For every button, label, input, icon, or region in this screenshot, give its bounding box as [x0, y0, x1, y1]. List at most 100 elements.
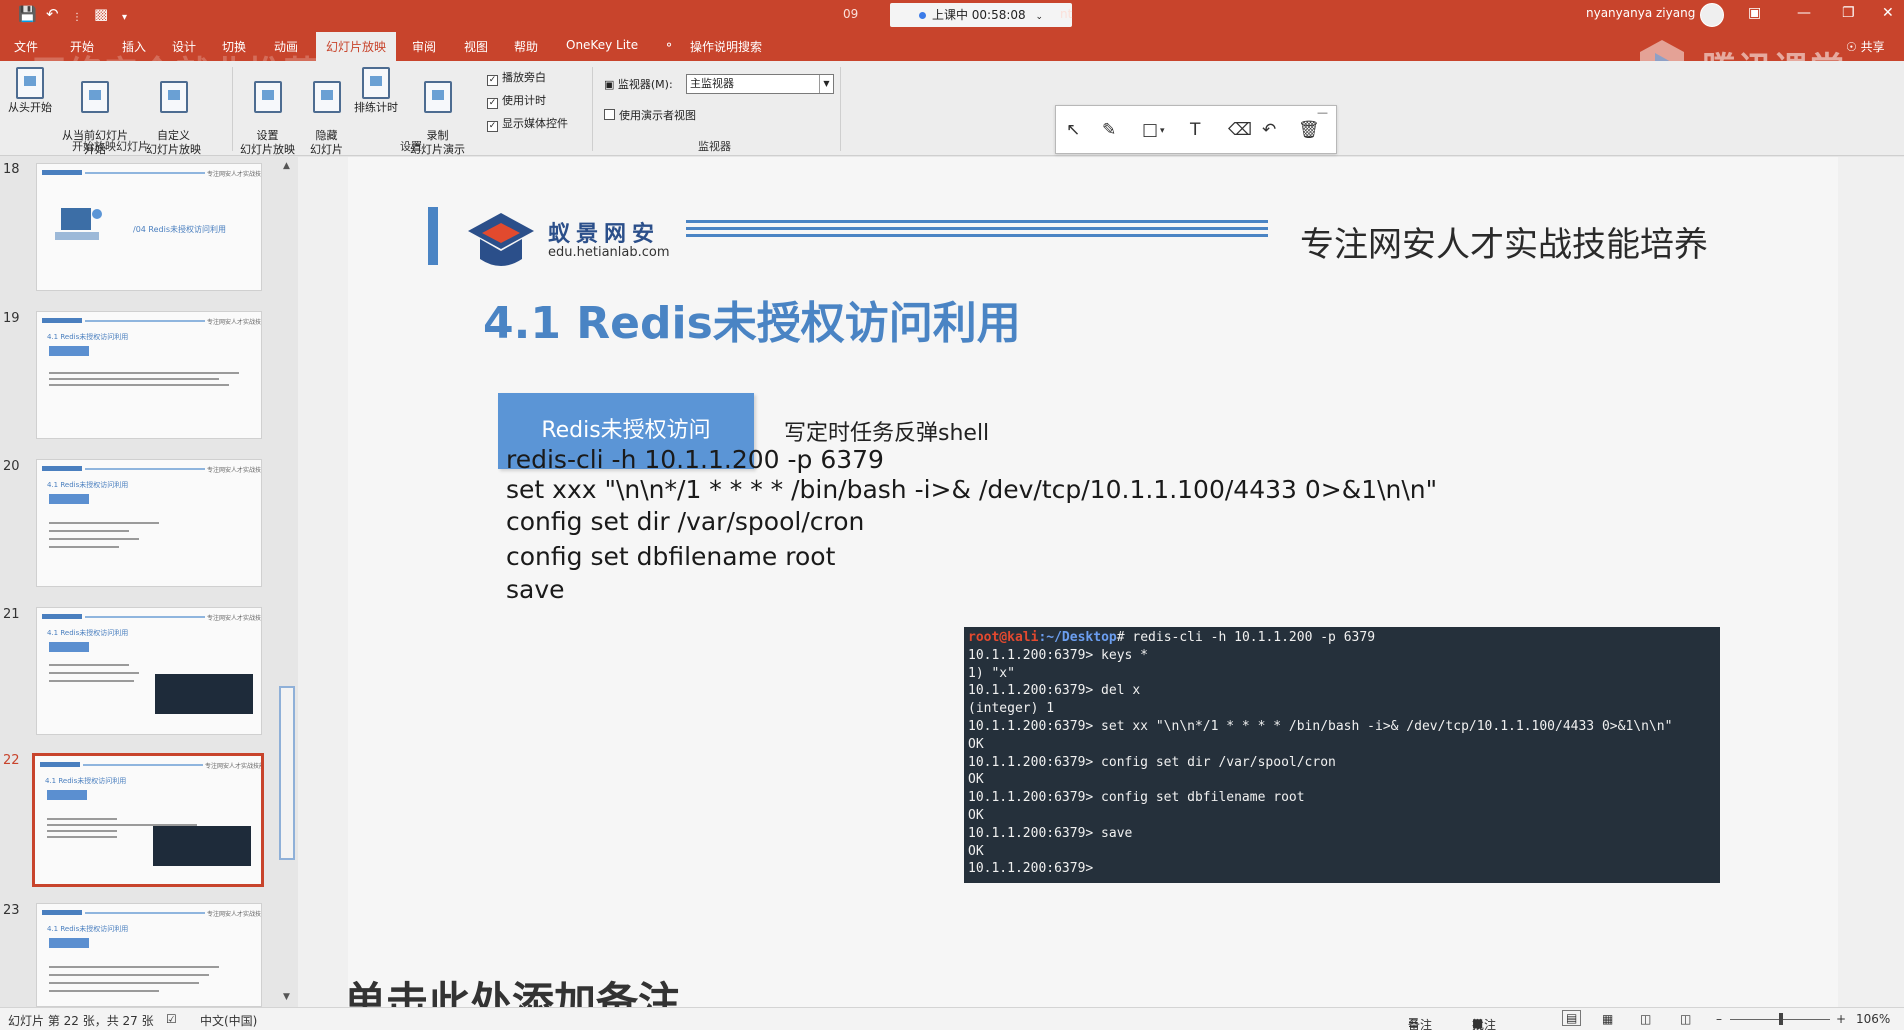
notes-placeholder[interactable]: 单击此处添加备注	[344, 969, 680, 1007]
tab-help[interactable]: 帮助	[514, 38, 538, 55]
thumb-logo	[40, 762, 80, 767]
thumb-text-line	[49, 538, 139, 540]
presenter-view-checkbox[interactable]: 使用演示者视图	[604, 107, 696, 123]
tell-me-search[interactable]: 操作说明搜索	[690, 38, 762, 55]
ribbon-tabs: 网络安全就业推荐 文件 开始 插入 设计 切换 动画 幻灯片放映 审阅 视图 帮…	[0, 30, 1904, 94]
language-indicator[interactable]: 中文(中国)	[200, 1012, 257, 1029]
thumb-header-text: 专注网安人才实战技能培养	[207, 615, 262, 622]
scroll-down-icon[interactable]: ▼	[283, 992, 290, 1002]
annotation-toolbar: — ↖ ✎ □ ▾ T ⌫ ↶ 🗑	[1055, 105, 1337, 154]
zoom-level[interactable]: 106%	[1856, 1012, 1890, 1026]
rehearse-timings-button[interactable]: 排练计时	[354, 67, 398, 115]
terminal-line: OK	[968, 772, 984, 788]
shape-dropdown-icon[interactable]: ▾	[1160, 126, 1165, 136]
tab-file[interactable]: 文件	[14, 38, 38, 55]
tab-slideshow[interactable]: 幻灯片放映	[316, 32, 397, 61]
thumb-text-line	[49, 664, 129, 666]
undo-icon[interactable]: ↶	[46, 5, 59, 23]
thumb-illustration	[55, 208, 102, 240]
from-beginning-icon[interactable]: ▩	[94, 5, 108, 23]
tab-insert[interactable]: 插入	[122, 38, 146, 55]
zoom-in-icon[interactable]: +	[1836, 1012, 1846, 1026]
notes-label: 备注	[1408, 1018, 1433, 1030]
play-narrations-label: 播放旁白	[502, 71, 546, 84]
thumb-text-line	[49, 974, 209, 976]
slide-thumbnail-21[interactable]: 专注网安人才实战技能培养 4.1 Redis未授权访问利用	[36, 607, 262, 735]
tab-onekey-lite[interactable]: OneKey Lite	[566, 38, 638, 52]
thumb-number: 22	[3, 753, 20, 768]
terminal-line: 10.1.1.200:6379>	[968, 861, 1094, 877]
command-line: config set dbfilename root	[506, 542, 836, 571]
thumb-title: 4.1 Redis未授权访问利用	[47, 925, 129, 933]
undo-icon[interactable]: ↶	[1262, 120, 1276, 140]
thumb-text-line	[47, 830, 117, 832]
show-media-controls-checkbox[interactable]: ✓ 显示媒体控件	[487, 115, 568, 132]
setup-slideshow-button[interactable]: 设置 幻灯片放映	[240, 67, 295, 157]
scroll-up-icon[interactable]: ▲	[283, 161, 290, 171]
thumbnails-scrollbar[interactable]	[279, 686, 295, 860]
minimize-icon[interactable]: —	[1797, 5, 1811, 21]
zoom-slider-thumb[interactable]	[1779, 1013, 1783, 1025]
hide-slide-button[interactable]: 隐藏 幻灯片	[310, 67, 343, 157]
monitor-select-value: 主监视器	[690, 77, 734, 90]
monitor-select[interactable]: 主监视器 ▼	[686, 74, 834, 94]
tab-transitions[interactable]: 切换	[222, 38, 246, 55]
trash-icon[interactable]: 🗑	[1298, 120, 1320, 140]
slideshow-view-icon[interactable]: ◫	[1680, 1012, 1691, 1026]
title-bar: 💾 ↶ ⋮ ▩ ▾ 09 上课中 00:58:08 ⌄ nt nyanyanya…	[0, 0, 1904, 30]
terminal-line: 10.1.1.200:6379> config set dir /var/spo…	[968, 754, 1336, 770]
terminal-line: 10.1.1.200:6379> keys *	[968, 647, 1149, 663]
header-accent-bar	[428, 207, 438, 265]
thumb-header-text: 专注网安人才实战技能培养	[207, 911, 262, 918]
slide-thumbnail-23[interactable]: 专注网安人才实战技能培养 4.1 Redis未授权访问利用	[36, 903, 262, 1007]
zoom-out-icon[interactable]: –	[1716, 1012, 1722, 1026]
rectangle-icon[interactable]: □	[1142, 120, 1158, 140]
ribbon-display-icon[interactable]: ▣	[1748, 5, 1761, 21]
slide-thumbnail-19[interactable]: 专注网安人才实战技能培养 4.1 Redis未授权访问利用	[36, 311, 262, 439]
tab-design[interactable]: 设计	[172, 38, 196, 55]
thumb-title: /04 Redis未授权访问利用	[133, 225, 227, 234]
text-icon[interactable]: T	[1190, 120, 1200, 140]
share-button[interactable]: ☉ 共享	[1846, 38, 1885, 55]
slide-thumbnail-22-selected[interactable]: 专注网安人才实战技能培养 4.1 Redis未授权访问利用	[32, 753, 264, 887]
terminal-line: root@kali:~/Desktop# redis-cli -h 10.1.1…	[968, 629, 1720, 647]
slide-slogan: 专注网安人才实战技能培养	[1300, 225, 1708, 265]
tab-review[interactable]: 审阅	[412, 38, 436, 55]
thumb-rule	[85, 912, 205, 914]
eraser-icon[interactable]: ⌫	[1228, 120, 1252, 140]
play-narrations-checkbox[interactable]: ✓ 播放旁白	[487, 69, 546, 86]
use-timings-checkbox[interactable]: ✓ 使用计时	[487, 92, 546, 109]
tab-animations[interactable]: 动画	[274, 38, 298, 55]
slide-thumbnail-18[interactable]: 专注网安人才实战技能培养 /04 Redis未授权访问利用	[36, 163, 262, 291]
save-icon[interactable]: 💾	[18, 5, 37, 23]
customize-toolbar-icon[interactable]: ▾	[122, 9, 127, 27]
slide-22[interactable]: 蚁景网安 edu.hetianlab.com 专注网安人才实战技能培养 4.1 …	[348, 157, 1838, 1007]
user-name[interactable]: nyanyanya ziyang	[1586, 6, 1695, 20]
accessibility-icon[interactable]: ☑	[166, 1012, 177, 1026]
avatar[interactable]	[1700, 3, 1724, 27]
thumb-text-line	[47, 836, 117, 838]
close-icon[interactable]: ✕	[1882, 5, 1894, 21]
prompt-user: root@kali	[968, 630, 1039, 645]
restore-icon[interactable]: ❐	[1842, 5, 1855, 21]
custom-slideshow-button[interactable]: 自定义 幻灯片放映	[146, 67, 201, 157]
group-label-monitor: 监视器	[698, 140, 731, 153]
tab-home[interactable]: 开始	[70, 38, 94, 55]
group-divider	[592, 67, 593, 151]
pointer-icon[interactable]: ↖	[1066, 120, 1080, 140]
thumb-logo	[42, 466, 82, 471]
slide-thumbnail-20[interactable]: 专注网安人才实战技能培养 4.1 Redis未授权访问利用	[36, 459, 262, 587]
minimize-toolbar-icon[interactable]: —	[1317, 106, 1328, 119]
cron-reverse-shell-label: 写定时任务反弹shell	[784, 421, 990, 446]
slide-sorter-icon[interactable]: ▦	[1602, 1012, 1613, 1026]
from-beginning-button[interactable]: 从头开始	[8, 67, 52, 115]
terminal-line: OK	[968, 843, 984, 859]
live-class-status[interactable]: 上课中 00:58:08 ⌄	[890, 3, 1072, 27]
live-status-text: 上课中 00:58:08	[931, 8, 1026, 22]
undo-dropdown-icon[interactable]: ⋮	[72, 9, 82, 27]
tab-view[interactable]: 视图	[464, 38, 488, 55]
normal-view-icon[interactable]: ▤	[1562, 1010, 1582, 1026]
pen-icon[interactable]: ✎	[1102, 120, 1116, 140]
custom-show-icon	[159, 81, 188, 113]
reading-view-icon[interactable]: ◫	[1640, 1012, 1651, 1026]
